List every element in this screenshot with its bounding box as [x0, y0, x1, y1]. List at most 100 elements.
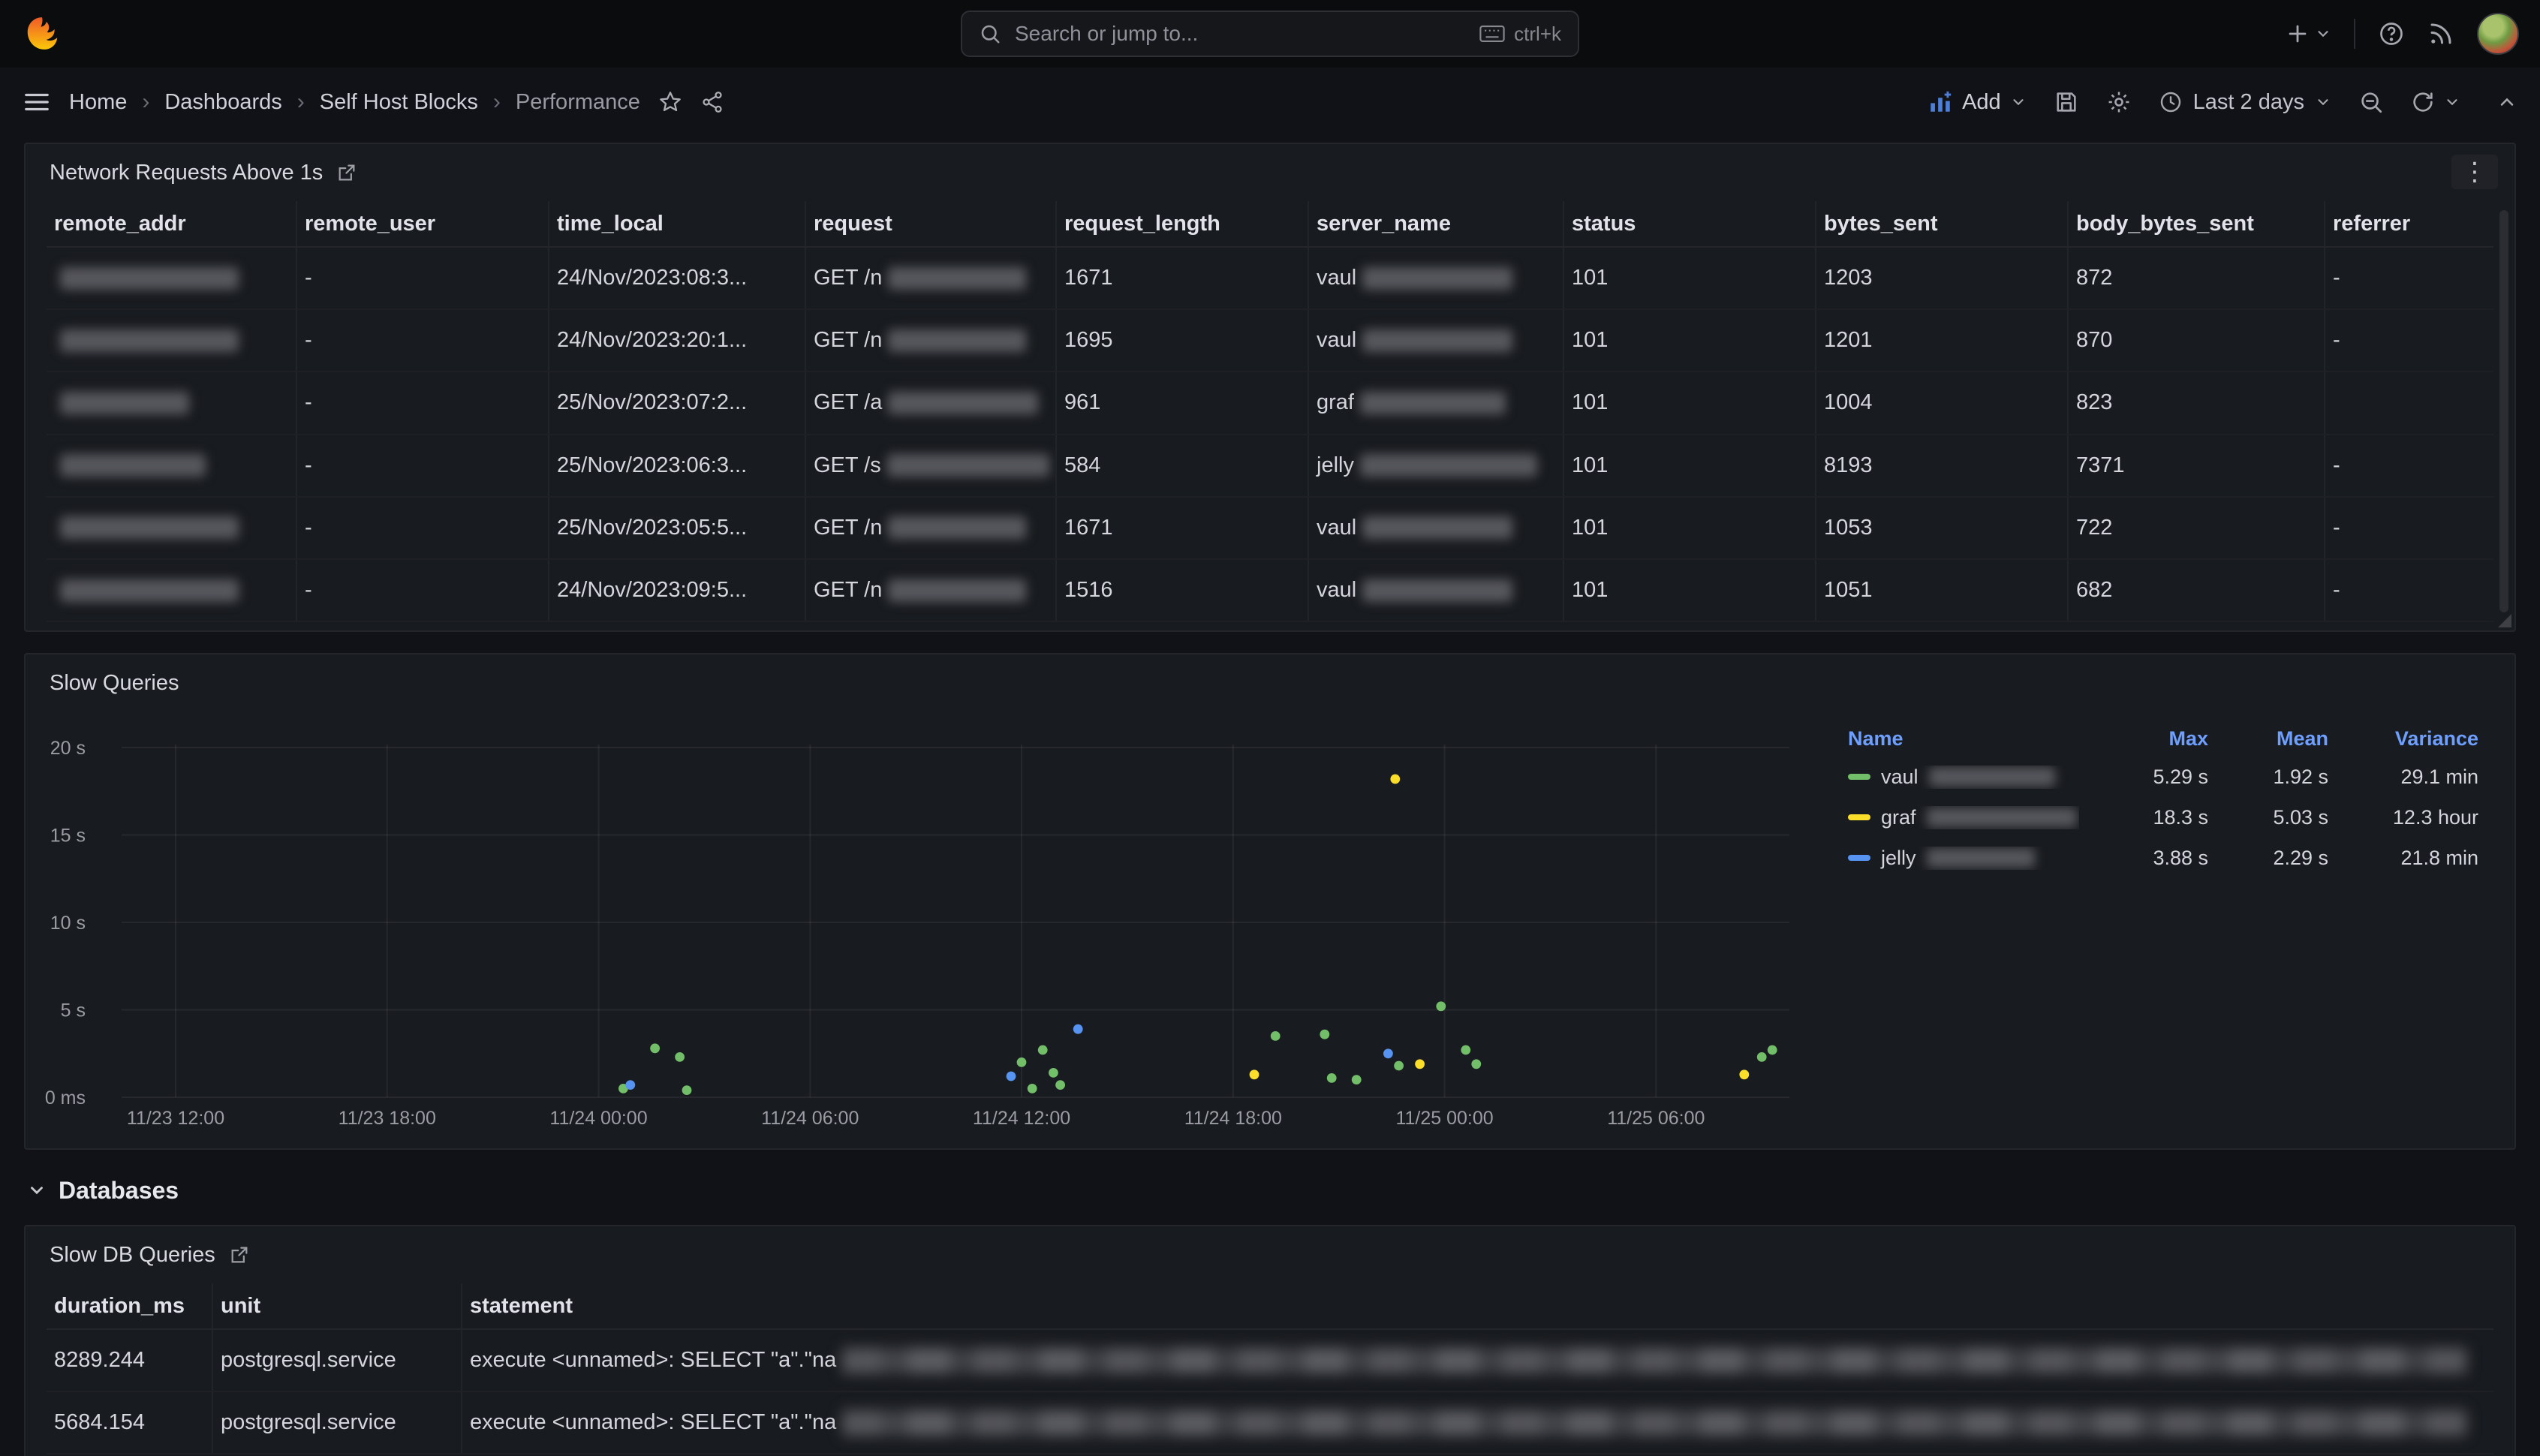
collapse-toolbar-button[interactable]: [2496, 92, 2517, 113]
share-button[interactable]: [700, 90, 724, 114]
table-cell: 101: [1564, 498, 1816, 558]
legend-col-max[interactable]: Max: [2079, 727, 2208, 751]
table-cell: 101: [1564, 560, 1816, 621]
column-header[interactable]: request_length: [1057, 201, 1309, 246]
column-header[interactable]: body_bytes_sent: [2069, 201, 2325, 246]
clock-icon: [2159, 90, 2183, 114]
table-cell: GET /n: [806, 560, 1057, 621]
table-row: -25/Nov/2023:07:2...GET /a961graf1011004…: [47, 372, 2493, 435]
help-button[interactable]: [2378, 20, 2405, 47]
legend-row[interactable]: graf18.3 s5.03 s12.3 hour: [1848, 797, 2478, 838]
table-cell: [2325, 372, 2493, 433]
redacted-value: [60, 516, 239, 539]
table-scrollbar[interactable]: [2499, 210, 2508, 612]
breadcrumb-separator: ›: [142, 89, 149, 115]
column-header[interactable]: referrer: [2325, 201, 2493, 246]
table-cell: 961: [1057, 372, 1309, 433]
table-cell: [47, 498, 297, 558]
redacted-value: [1927, 848, 2035, 868]
scatter-point: [1007, 1072, 1016, 1081]
table-row: -24/Nov/2023:09:5...GET /n1516vaul101105…: [47, 560, 2493, 622]
svg-text:11/23 18:00: 11/23 18:00: [339, 1108, 436, 1129]
column-header[interactable]: bytes_sent: [1816, 201, 2069, 246]
external-link-icon[interactable]: [229, 1244, 250, 1265]
table-cell: [47, 372, 297, 433]
news-rss-button[interactable]: [2427, 20, 2454, 47]
column-header[interactable]: status: [1564, 201, 1816, 246]
grafana-logo-icon[interactable]: [21, 13, 63, 55]
mega-menu-toggle[interactable]: [23, 88, 51, 116]
table-cell: 8289.244: [47, 1330, 213, 1391]
table-cell: 584: [1057, 435, 1309, 496]
scatter-point: [1017, 1057, 1027, 1067]
legend-col-variance[interactable]: Variance: [2328, 727, 2478, 751]
search-input[interactable]: Search or jump to... ctrl+k: [961, 11, 1579, 57]
column-header[interactable]: request: [806, 201, 1057, 246]
redacted-value: [888, 392, 1038, 414]
scatter-plot[interactable]: 0 ms5 s10 s15 s20 s11/23 12:0011/23 18:0…: [38, 696, 1824, 1160]
column-header[interactable]: time_local: [549, 201, 806, 246]
table-cell: 25/Nov/2023:06:3...: [549, 435, 806, 496]
table-cell: -: [2325, 310, 2493, 371]
grafana-app: Search or jump to... ctrl+k: [0, 0, 2540, 1456]
scatter-point: [1394, 1061, 1404, 1071]
table-cell: GET /n: [806, 248, 1057, 308]
legend-row[interactable]: vaul5.29 s1.92 s29.1 min: [1848, 757, 2478, 797]
external-link-icon[interactable]: [336, 162, 357, 183]
legend-variance-value: 12.3 hour: [2328, 806, 2478, 829]
scatter-point: [625, 1080, 635, 1090]
panel-title-network-requests[interactable]: Network Requests Above 1s: [50, 161, 323, 185]
add-panel-button[interactable]: Add: [1928, 89, 2027, 115]
table-cell: [47, 435, 297, 496]
table-cell: jelly: [1309, 435, 1564, 496]
redacted-value: [60, 454, 206, 477]
legend-col-name[interactable]: Name: [1848, 727, 2079, 751]
table-cell: 24/Nov/2023:08:3...: [549, 248, 806, 308]
legend-col-mean[interactable]: Mean: [2208, 727, 2328, 751]
table-row: -25/Nov/2023:06:3...GET /s584jelly101819…: [47, 435, 2493, 498]
table-cell: 7371: [2069, 435, 2325, 496]
time-range-picker[interactable]: Last 2 days: [2159, 90, 2331, 115]
table-cell: vaul: [1309, 310, 1564, 371]
favorite-star-button[interactable]: [658, 90, 682, 114]
column-header[interactable]: unit: [213, 1283, 462, 1328]
panel-title-slow-db-queries[interactable]: Slow DB Queries: [50, 1243, 215, 1268]
table-cell: execute <unnamed>: SELECT "a"."na: [462, 1330, 2493, 1391]
scatter-point: [1352, 1075, 1362, 1084]
scatter-point: [650, 1043, 660, 1053]
save-dashboard-button[interactable]: [2054, 89, 2079, 115]
topnav-actions: [2285, 13, 2519, 55]
legend-row[interactable]: jelly3.88 s2.29 s21.8 min: [1848, 838, 2478, 878]
column-header[interactable]: statement: [462, 1283, 2493, 1328]
table-cell: 1516: [1057, 560, 1309, 621]
user-avatar[interactable]: [2477, 13, 2519, 55]
redacted-value: [60, 579, 239, 602]
table-cell: 1004: [1816, 372, 2069, 433]
breadcrumb-folder[interactable]: Self Host Blocks: [320, 90, 478, 115]
scatter-point: [675, 1052, 685, 1062]
breadcrumb-home[interactable]: Home: [69, 90, 127, 115]
refresh-button[interactable]: [2411, 90, 2460, 114]
breadcrumb-dashboards[interactable]: Dashboards: [164, 90, 281, 115]
top-nav: Search or jump to... ctrl+k: [0, 0, 2540, 68]
column-header[interactable]: server_name: [1309, 201, 1564, 246]
breadcrumb-separator: ›: [297, 89, 305, 115]
row-databases[interactable]: Databases: [24, 1168, 2516, 1213]
scatter-point: [1320, 1030, 1329, 1039]
zoom-out-button[interactable]: [2358, 89, 2384, 115]
new-menu-button[interactable]: [2285, 21, 2331, 47]
column-header[interactable]: remote_user: [297, 201, 549, 246]
divider: [2354, 19, 2355, 49]
legend-series-name: jelly: [1848, 847, 2079, 870]
panel-network-requests: Network Requests Above 1s ⋮ remote_addrr…: [24, 143, 2516, 632]
column-header[interactable]: remote_addr: [47, 201, 297, 246]
dashboard-settings-button[interactable]: [2106, 89, 2132, 115]
scatter-point: [1415, 1059, 1425, 1069]
column-header[interactable]: duration_ms: [47, 1283, 213, 1328]
panel-title-slow-queries[interactable]: Slow Queries: [50, 671, 179, 696]
table-cell: postgresql.service: [213, 1330, 462, 1391]
dashboard-canvas: Network Requests Above 1s ⋮ remote_addrr…: [0, 143, 2540, 1456]
panel-resize-handle[interactable]: [2498, 614, 2511, 627]
redacted-value: [888, 579, 1026, 602]
panel-menu-kebab-icon[interactable]: ⋮: [2451, 155, 2498, 189]
